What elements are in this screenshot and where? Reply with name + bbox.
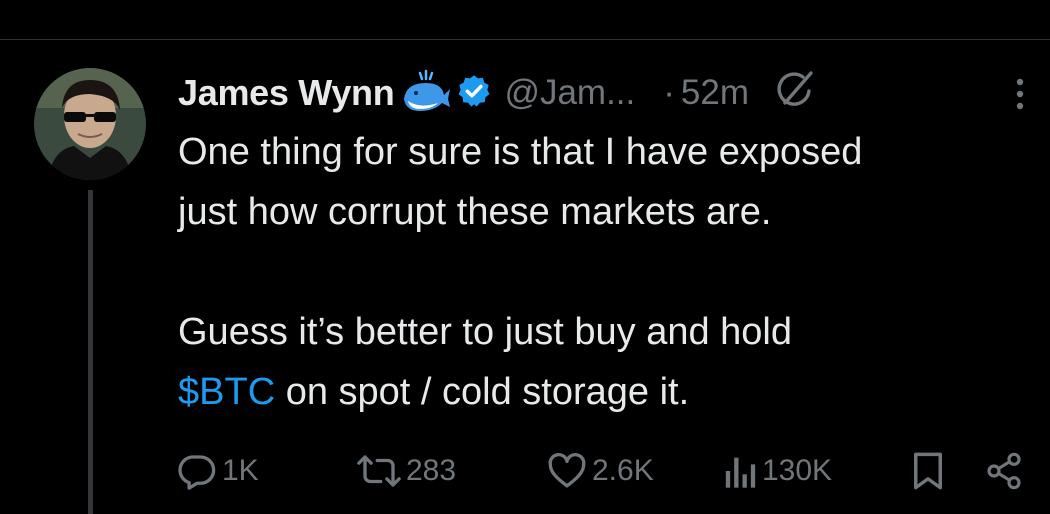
reply-count: 1K bbox=[222, 454, 259, 487]
like-count: 2.6K bbox=[592, 454, 654, 487]
reply-button[interactable]: 1K bbox=[176, 446, 259, 496]
action-bar: 1K 283 2.6K 130K bbox=[172, 446, 1032, 496]
tweet-header: James Wynn @Jam... · 52m bbox=[178, 66, 1038, 120]
views-icon bbox=[722, 451, 758, 491]
share-icon bbox=[984, 451, 1024, 491]
like-button[interactable]: 2.6K bbox=[546, 446, 654, 496]
views-button[interactable]: 130K bbox=[722, 446, 832, 496]
grok-icon[interactable] bbox=[773, 69, 817, 118]
verified-icon[interactable] bbox=[456, 73, 492, 114]
tweet-line-rest: on spot / cold storage it. bbox=[275, 371, 690, 413]
share-button[interactable] bbox=[984, 446, 1024, 496]
whale-icon bbox=[402, 69, 452, 118]
avatar[interactable] bbox=[34, 68, 146, 180]
tweet-text: One thing for sure is that I have expose… bbox=[178, 122, 1038, 422]
separator-dot: · bbox=[663, 73, 675, 112]
bookmark-icon bbox=[910, 450, 946, 492]
handle[interactable]: @Jam... bbox=[504, 73, 635, 113]
cashtag-link[interactable]: $BTC bbox=[178, 371, 275, 413]
repost-count: 283 bbox=[406, 454, 457, 487]
tweet-line: $BTC on spot / cold storage it. bbox=[178, 362, 1038, 422]
like-icon bbox=[546, 450, 588, 492]
more-icon[interactable] bbox=[1014, 76, 1026, 117]
tweet-line: Guess it’s better to just buy and hold bbox=[178, 311, 792, 353]
thread-line bbox=[88, 190, 93, 514]
views-count: 130K bbox=[762, 454, 833, 487]
repost-icon bbox=[356, 450, 402, 492]
bookmark-button[interactable] bbox=[910, 446, 946, 496]
top-divider bbox=[0, 39, 1050, 40]
tweet-line: just how corrupt these markets are. bbox=[178, 191, 772, 233]
repost-button[interactable]: 283 bbox=[356, 446, 456, 496]
timestamp[interactable]: 52m bbox=[681, 73, 749, 113]
display-name[interactable]: James Wynn bbox=[178, 72, 395, 114]
reply-icon bbox=[176, 450, 218, 492]
tweet-line: One thing for sure is that I have expose… bbox=[178, 131, 863, 173]
